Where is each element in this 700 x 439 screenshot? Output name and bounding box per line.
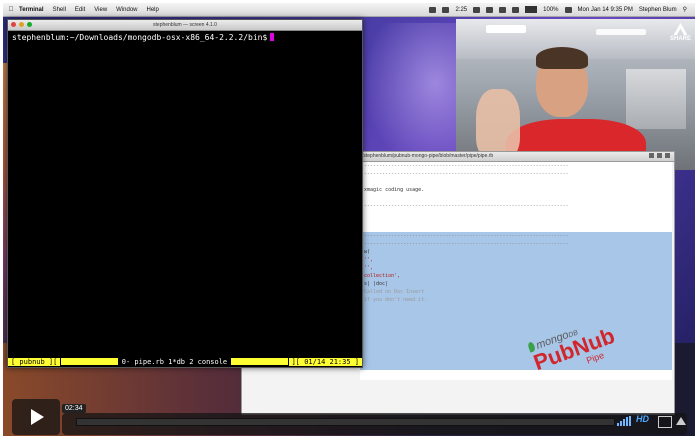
current-time: 02:34 [62,404,86,413]
time-machine-icon[interactable] [486,6,494,13]
code-line: ----------------------------------------… [364,203,569,209]
bluetooth-icon[interactable] [473,6,481,13]
webcam-ceiling-light [486,25,526,33]
fullscreen-icon[interactable] [658,416,672,428]
menu-shell[interactable]: Shell [53,7,66,13]
close-icon[interactable] [665,153,670,158]
code-line: Called on Doc Insert [364,289,425,295]
maximize-icon[interactable] [657,153,662,158]
status-time-short[interactable]: 2:25 [455,7,467,13]
minimize-icon[interactable] [649,153,654,158]
code-line: s| |doc| [364,281,389,287]
code-line: ----------------------------------------… [364,241,569,247]
screen-session-name: [ pubnub ][ [8,357,61,366]
terminal-output[interactable]: stephenblum:~/Downloads/mongodb-osx-x86_… [8,31,362,44]
share-button[interactable]: SHARE [670,23,691,42]
code-line: if you don't need it. [364,297,428,303]
terminal-window[interactable]: stephenblum — screen 4.1.0 stephenblum:~… [7,19,363,368]
code-line: ----------------------------------------… [364,171,569,177]
webcam-background-window [626,69,686,129]
volume-icon[interactable] [499,6,507,13]
browser-window-controls [649,153,670,158]
terminal-cursor [270,33,275,41]
battery-percent[interactable]: 100% [543,7,558,13]
status-spacer [61,358,118,365]
menu-edit[interactable]: Edit [75,7,85,13]
video-controls: 02:34 HD [12,399,687,435]
menu-help[interactable]: Help [147,7,159,13]
presenter-hair [536,47,588,69]
terminal-title-bar[interactable]: stephenblum — screen 4.1.0 [8,20,362,31]
play-icon [31,409,44,425]
wifi-icon[interactable] [512,6,520,13]
hd-toggle[interactable]: HD [636,414,649,424]
window-traffic-lights [11,22,32,27]
battery-icon[interactable] [525,6,538,13]
screen-status-bar: [ pubnub ][ 0- pipe.rb 1*db 2 console ][… [8,356,362,367]
terminal-title: stephenblum — screen 4.1.0 [153,22,217,28]
code-line: ----------------------------------------… [364,163,569,169]
zoom-window-icon[interactable] [27,22,32,27]
apple-menu-icon[interactable]:  [3,6,19,13]
code-line: xmagic coding usage. [364,187,425,193]
menu-view[interactable]: View [94,7,107,13]
code-line: ----------------------------------------… [364,233,569,239]
menu-clock[interactable]: Mon Jan 14 9:35 PM [578,7,633,13]
mac-menu-bar:  Terminal Shell Edit View Window Help 2… [3,3,695,17]
app-status-icon[interactable] [442,6,450,13]
share-icon [673,23,688,35]
volume-icon[interactable] [617,416,631,426]
video-frame:  Terminal Shell Edit View Window Help 2… [3,3,695,436]
code-line: '', [364,257,374,263]
webcam-ceiling-light [596,29,646,35]
menu-window[interactable]: Window [116,7,137,13]
code-line: collection', [364,273,401,279]
minimize-window-icon[interactable] [19,22,24,27]
menu-user[interactable]: Stephen Blum [639,7,677,13]
share-label: SHARE [669,36,691,42]
menu-status-area: 2:25 100% Mon Jan 14 9:35 PM Stephen Blu… [429,6,695,13]
screen-window-list[interactable]: 0- pipe.rb 1*db 2 console [119,358,230,366]
presenter-hand [476,89,520,159]
shell-prompt: stephenblum:~/Downloads/mongodb-osx-x86_… [12,33,268,42]
screen-clock: ][ 01/14 21:35 ] [288,357,362,366]
flag-icon[interactable] [564,6,572,13]
code-line: w( [364,249,371,255]
status-spacer [231,358,288,365]
spotlight-icon[interactable]: ⚲ [683,6,687,13]
close-window-icon[interactable] [11,22,16,27]
play-button[interactable] [12,399,60,435]
code-line: '', [364,265,374,271]
browser-url: /stephenblum/pubnub-mongo-pipe/blob/mast… [362,153,494,159]
progress-bar[interactable] [76,418,615,426]
dropbox-icon[interactable] [429,6,437,13]
code-spacer [360,210,672,232]
menu-terminal[interactable]: Terminal [19,7,44,13]
webcam-overlay: SHARE [456,19,695,170]
